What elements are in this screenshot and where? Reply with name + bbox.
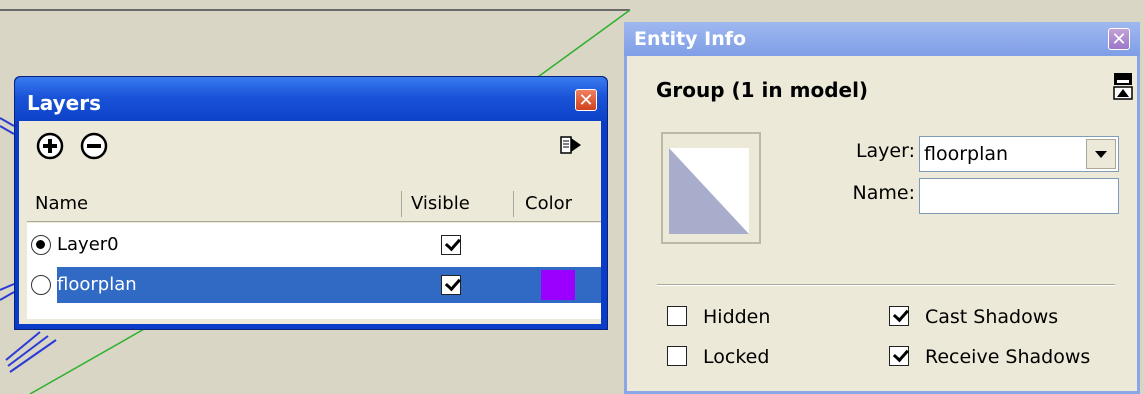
layer-row-floorplan[interactable]: floorplan — [27, 267, 601, 303]
close-icon: ✕ — [1111, 29, 1127, 50]
layers-close-button[interactable]: ✕ — [575, 89, 597, 111]
locked-checkbox[interactable] — [667, 346, 687, 366]
layer-visible-checkbox[interactable] — [441, 274, 461, 295]
entity-info-close-button[interactable]: ✕ — [1108, 28, 1130, 50]
group-preview-thumbnail — [661, 132, 761, 244]
entity-info-window: Entity Info ✕ Group (1 in model) Layer: … — [624, 22, 1140, 394]
options-divider — [657, 284, 1115, 286]
add-layer-icon[interactable] — [35, 131, 65, 161]
active-layer-radio[interactable] — [31, 235, 51, 255]
chevron-down-icon[interactable] — [1086, 139, 1116, 169]
entity-info-title: Entity Info — [634, 28, 747, 50]
cast-shadows-label: Cast Shadows — [925, 306, 1059, 328]
layer-color-swatch[interactable] — [541, 270, 575, 300]
layers-list: Layer0 floorplan — [27, 223, 601, 319]
layers-titlebar[interactable]: Layers ✕ — [15, 77, 607, 121]
entity-info-titlebar[interactable]: Entity Info ✕ — [624, 22, 1140, 56]
layer-label: Layer: — [855, 140, 915, 162]
entity-type-heading: Group (1 in model) — [656, 78, 869, 102]
collapse-panel-icon[interactable] — [1113, 72, 1133, 100]
hidden-label: Hidden — [703, 306, 771, 328]
layer-name: Layer0 — [57, 234, 119, 255]
layers-body: Name Visible Color Layer0 floorplan — [19, 121, 601, 324]
details-arrow-icon[interactable] — [555, 131, 585, 161]
layer-row-layer0[interactable]: Layer0 — [27, 227, 601, 263]
column-visible-header[interactable]: Visible — [411, 187, 511, 221]
receive-shadows-label: Receive Shadows — [925, 346, 1091, 368]
locked-label: Locked — [703, 346, 770, 368]
layers-window: Layers ✕ Name Visible Color Layer0 floor… — [14, 76, 608, 330]
layer-name: floorplan — [57, 274, 137, 295]
layers-column-headers: Name Visible Color — [27, 187, 601, 222]
close-icon: ✕ — [578, 90, 594, 111]
hidden-checkbox[interactable] — [667, 306, 687, 326]
remove-layer-icon[interactable] — [79, 131, 109, 161]
name-label: Name: — [852, 182, 915, 204]
column-name-header[interactable]: Name — [35, 187, 395, 221]
layer-select[interactable]: floorplan — [919, 136, 1119, 172]
receive-shadows-checkbox[interactable] — [889, 345, 909, 366]
layer-visible-checkbox[interactable] — [441, 234, 461, 255]
column-color-header[interactable]: Color — [525, 187, 595, 221]
active-layer-radio[interactable] — [31, 275, 51, 295]
group-thumbnail-icon — [669, 148, 749, 234]
layer-select-value: floorplan — [924, 143, 1009, 165]
layers-title: Layers — [27, 91, 101, 115]
cast-shadows-checkbox[interactable] — [889, 305, 909, 326]
name-field[interactable] — [919, 178, 1119, 214]
